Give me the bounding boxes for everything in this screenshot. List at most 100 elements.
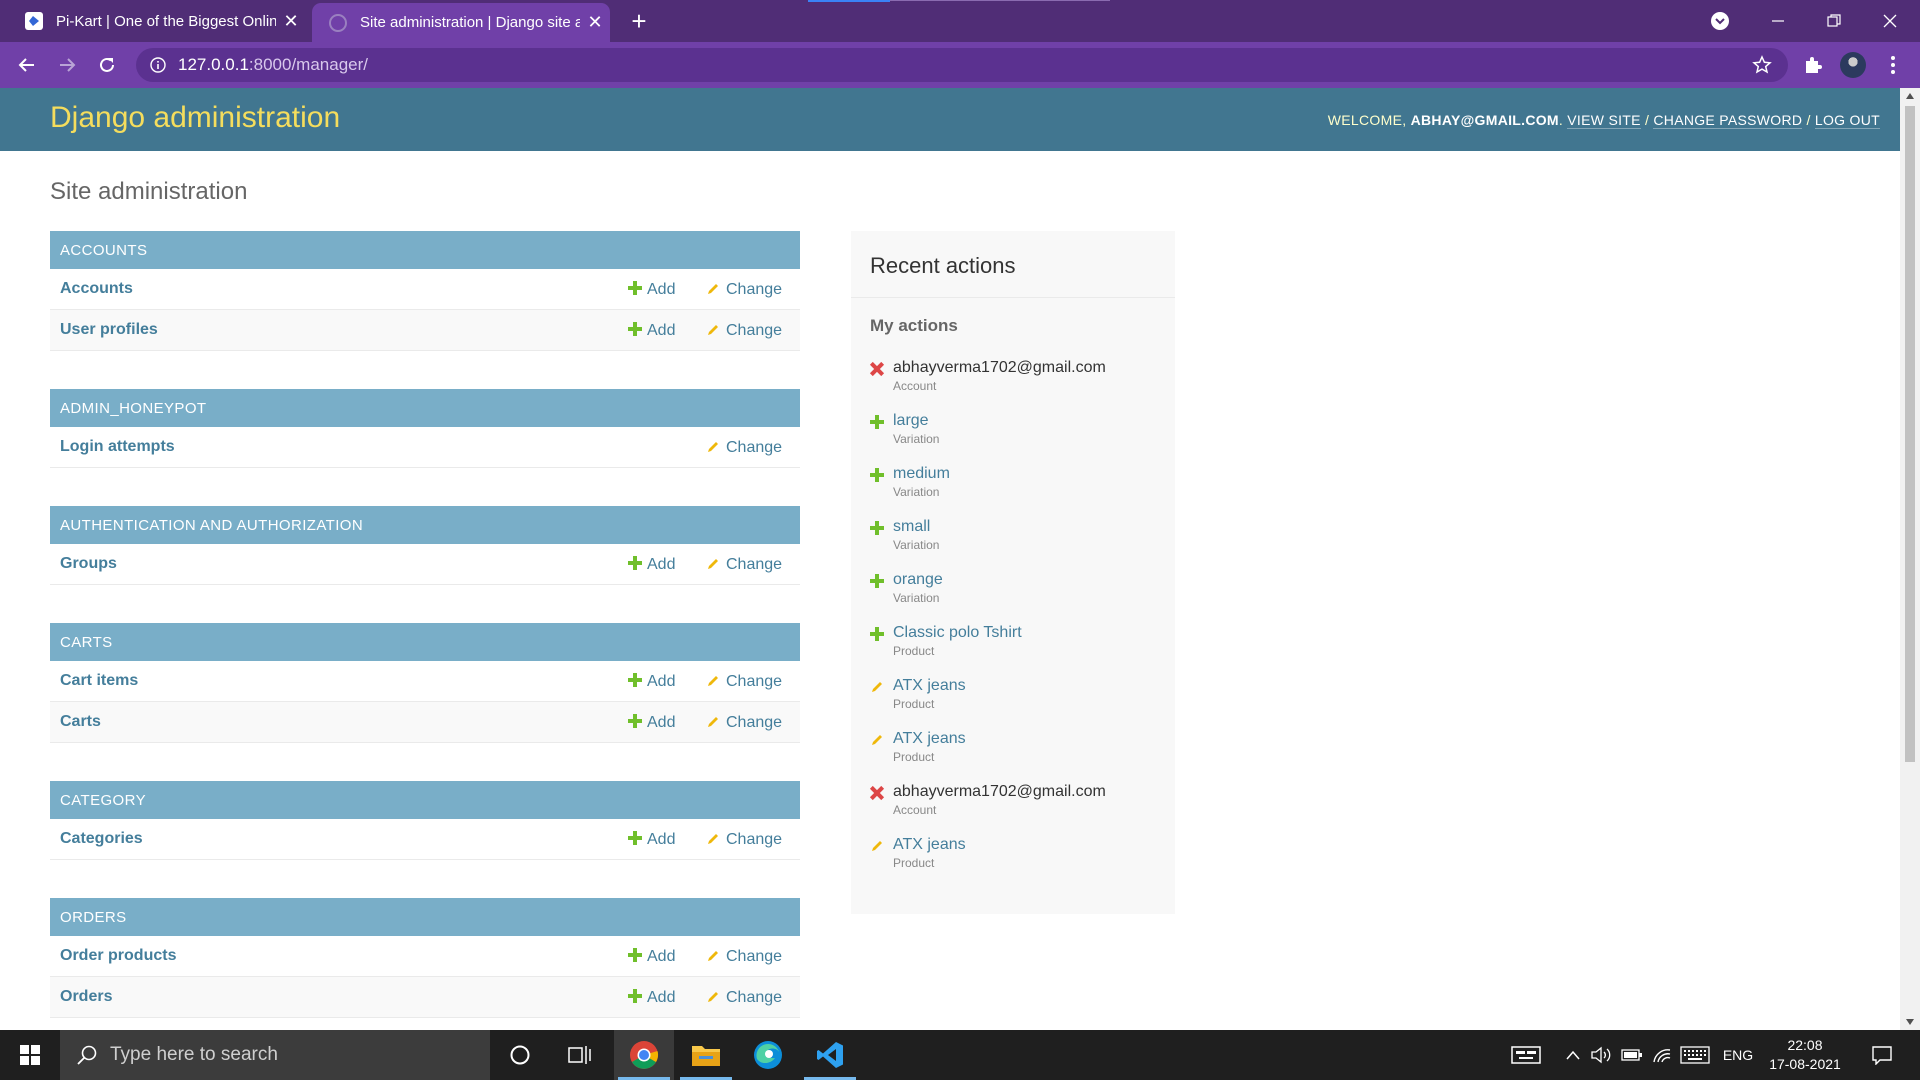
action-object-link[interactable]: orange — [893, 571, 943, 589]
taskbar-clock[interactable]: 22:08 17-08-2021 — [1760, 1036, 1850, 1074]
module-caption[interactable]: CARTS — [50, 623, 800, 661]
change-link[interactable]: Change — [706, 555, 782, 574]
model-link-carts[interactable]: Carts — [60, 713, 101, 731]
taskbar-file-explorer[interactable] — [676, 1030, 736, 1080]
add-icon — [870, 521, 884, 535]
page-scrollbar[interactable] — [1900, 88, 1920, 1030]
close-tab-icon[interactable]: ✕ — [580, 12, 610, 33]
view-site-link[interactable]: VIEW SITE — [1567, 112, 1641, 129]
add-icon — [628, 948, 642, 962]
change-link[interactable]: Change — [706, 321, 782, 340]
tray-network[interactable] — [1648, 1030, 1676, 1080]
add-link[interactable]: Add — [628, 321, 675, 340]
add-icon — [870, 415, 884, 429]
close-window-button[interactable] — [1862, 0, 1918, 42]
tray-language[interactable]: ENG — [1718, 1030, 1758, 1080]
cortana-button[interactable] — [490, 1030, 550, 1080]
module-caption[interactable]: AUTHENTICATION AND AUTHORIZATION — [50, 506, 800, 544]
profile-button[interactable] — [1838, 50, 1868, 80]
change-link[interactable]: Change — [706, 713, 782, 732]
info-icon[interactable] — [150, 57, 166, 73]
change-password-link[interactable]: CHANGE PASSWORD — [1653, 112, 1803, 129]
site-branding[interactable]: Django administration — [50, 101, 340, 135]
add-link[interactable]: Add — [628, 713, 675, 732]
browser-menu-button[interactable] — [1878, 50, 1908, 80]
new-tab-button[interactable]: + — [624, 6, 654, 36]
add-link[interactable]: Add — [628, 280, 675, 299]
extensions-button[interactable] — [1798, 50, 1828, 80]
module-caption[interactable]: ADMIN_HONEYPOT — [50, 389, 800, 427]
recent-actions-title: Recent actions — [870, 253, 1016, 278]
pencil-icon — [872, 841, 882, 851]
change-link[interactable]: Change — [706, 947, 782, 966]
bookmark-star-icon[interactable] — [1752, 55, 1772, 75]
model-row-orders: Orders Add Change — [50, 977, 800, 1018]
address-bar[interactable]: 127.0.0.1:8000/manager/ — [136, 48, 1788, 82]
module-caption[interactable]: ORDERS — [50, 898, 800, 936]
action-object-link[interactable]: ATX jeans — [893, 836, 966, 854]
model-link-order-products[interactable]: Order products — [60, 947, 176, 965]
scrollbar-thumb[interactable] — [1905, 106, 1915, 762]
model-row-cart-items: Cart items Add Change — [50, 661, 800, 702]
task-view-button[interactable] — [550, 1030, 610, 1080]
action-object-link[interactable]: Classic polo Tshirt — [893, 624, 1022, 642]
model-row-carts: Carts Add Change — [50, 702, 800, 743]
recent-actions-panel: Recent actions My actions abhayverma1702… — [851, 231, 1175, 914]
recent-action-item: Classic polo Tshirt Product — [870, 624, 1160, 668]
change-link[interactable]: Change — [706, 438, 782, 457]
forward-button[interactable] — [52, 50, 82, 80]
add-link[interactable]: Add — [628, 988, 675, 1007]
change-link[interactable]: Change — [706, 672, 782, 691]
scroll-up-arrow-icon[interactable] — [1906, 93, 1914, 99]
log-out-link[interactable]: LOG OUT — [1814, 112, 1880, 129]
pencil-icon — [708, 992, 718, 1002]
scroll-down-arrow-icon[interactable] — [1906, 1019, 1914, 1025]
tray-volume[interactable] — [1588, 1030, 1616, 1080]
model-link-accounts[interactable]: Accounts — [60, 280, 133, 298]
recent-action-item: small Variation — [870, 518, 1160, 562]
module-caption[interactable]: CATEGORY — [50, 781, 800, 819]
add-link[interactable]: Add — [628, 672, 675, 691]
model-link-categories[interactable]: Categories — [60, 830, 143, 848]
cortana-circle-icon — [510, 1045, 530, 1065]
tab-django-admin[interactable]: Site administration | Django site a ✕ — [312, 3, 610, 42]
tab-search-button[interactable] — [1692, 0, 1748, 42]
add-link[interactable]: Add — [628, 947, 675, 966]
minimize-button[interactable] — [1750, 0, 1806, 42]
tray-battery[interactable] — [1618, 1030, 1646, 1080]
tab-pikart[interactable]: Pi-Kart | One of the Biggest Onlin ✕ — [0, 0, 306, 42]
taskbar-search-box[interactable]: Type here to search — [60, 1030, 490, 1080]
model-link-user-profiles[interactable]: User profiles — [60, 321, 158, 339]
tray-touch-keyboard[interactable] — [1506, 1030, 1546, 1080]
action-content-type: Product — [893, 644, 935, 658]
notifications-button[interactable] — [1862, 1030, 1902, 1080]
model-link-login-attempts[interactable]: Login attempts — [60, 438, 175, 456]
module-orders: ORDERS Order products Add Change Orders … — [50, 898, 800, 1018]
reload-button[interactable] — [92, 50, 122, 80]
tray-input-keyboard[interactable] — [1678, 1030, 1712, 1080]
action-object-link[interactable]: medium — [893, 465, 950, 483]
taskbar-vscode[interactable] — [800, 1030, 860, 1080]
back-button[interactable] — [12, 50, 42, 80]
action-object-link[interactable]: small — [893, 518, 930, 536]
divider — [851, 297, 1175, 298]
change-link[interactable]: Change — [706, 280, 782, 299]
change-link[interactable]: Change — [706, 830, 782, 849]
start-button[interactable] — [0, 1030, 60, 1080]
model-link-cart-items[interactable]: Cart items — [60, 672, 138, 690]
clock-time: 22:08 — [1787, 1037, 1823, 1053]
model-link-orders[interactable]: Orders — [60, 988, 112, 1006]
restore-button[interactable] — [1806, 0, 1862, 42]
action-object-link[interactable]: large — [893, 412, 929, 430]
model-link-groups[interactable]: Groups — [60, 555, 117, 573]
taskbar-edge[interactable] — [738, 1030, 798, 1080]
tray-overflow-button[interactable] — [1558, 1030, 1588, 1080]
module-caption[interactable]: ACCOUNTS — [50, 231, 800, 269]
taskbar-chrome[interactable] — [614, 1030, 674, 1080]
close-tab-icon[interactable]: ✕ — [276, 11, 306, 32]
add-link[interactable]: Add — [628, 555, 675, 574]
add-link[interactable]: Add — [628, 830, 675, 849]
action-object-link[interactable]: ATX jeans — [893, 730, 966, 748]
action-object-link[interactable]: ATX jeans — [893, 677, 966, 695]
change-link[interactable]: Change — [706, 988, 782, 1007]
